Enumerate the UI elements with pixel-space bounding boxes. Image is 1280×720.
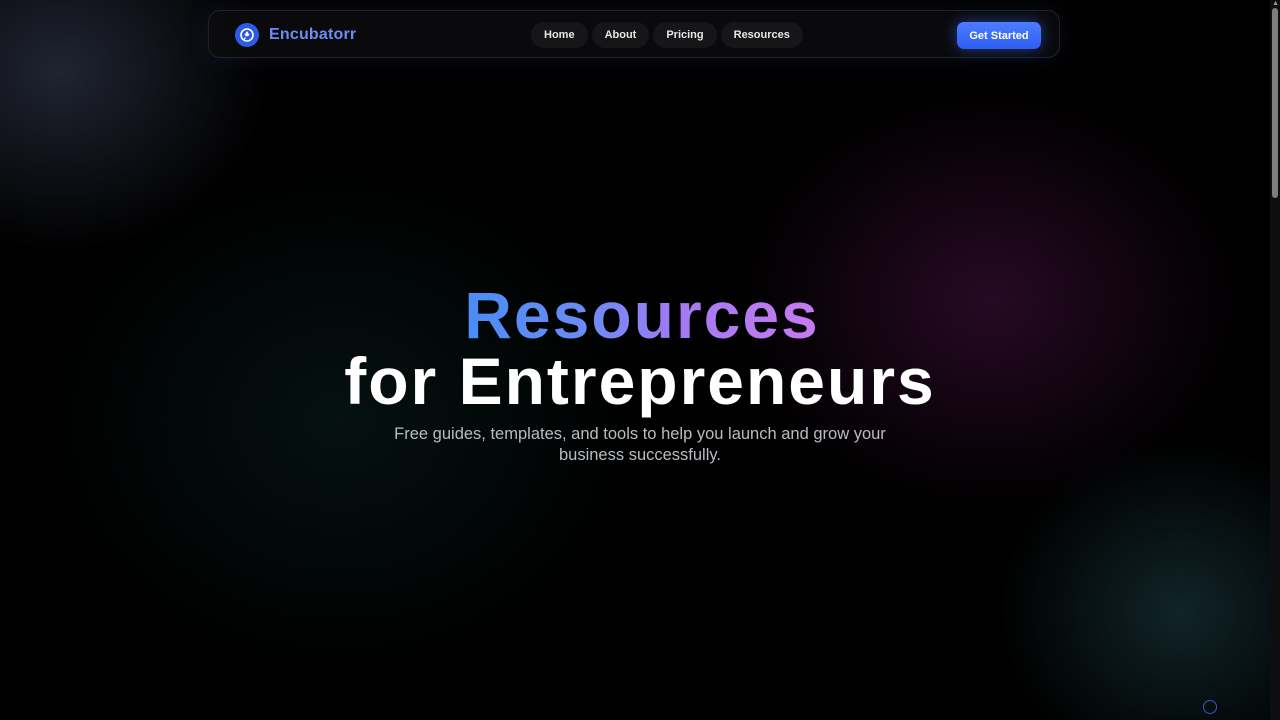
- brand[interactable]: Encubatorr: [235, 23, 356, 47]
- top-navbar: Encubatorr Home About Pricing Resources …: [208, 10, 1060, 58]
- landing-page: Encubatorr Home About Pricing Resources …: [0, 0, 1280, 720]
- rocket-icon: [235, 23, 259, 47]
- chat-widget-icon[interactable]: [1203, 700, 1217, 714]
- nav-link-about[interactable]: About: [591, 22, 650, 48]
- nav-link-home[interactable]: Home: [531, 22, 588, 48]
- hero-title-highlight: Resources: [464, 278, 820, 352]
- hero-title: for Entrepreneurs: [344, 344, 936, 418]
- hero-subtitle: Free guides, templates, and tools to hel…: [394, 425, 886, 464]
- hero-section: Resources for Entrepreneurs Free guides,…: [0, 282, 1280, 466]
- nav-link-resources[interactable]: Resources: [720, 22, 803, 48]
- brand-name: Encubatorr: [269, 26, 357, 43]
- get-started-button[interactable]: Get Started: [957, 22, 1041, 49]
- scrollbar-thumb[interactable]: [1272, 8, 1278, 198]
- page-scrollbar[interactable]: ▲: [1270, 0, 1280, 720]
- scroll-up-icon[interactable]: ▲: [1272, 0, 1279, 7]
- nav-link-pricing[interactable]: Pricing: [653, 22, 717, 48]
- nav-links: Home About Pricing Resources: [531, 22, 803, 48]
